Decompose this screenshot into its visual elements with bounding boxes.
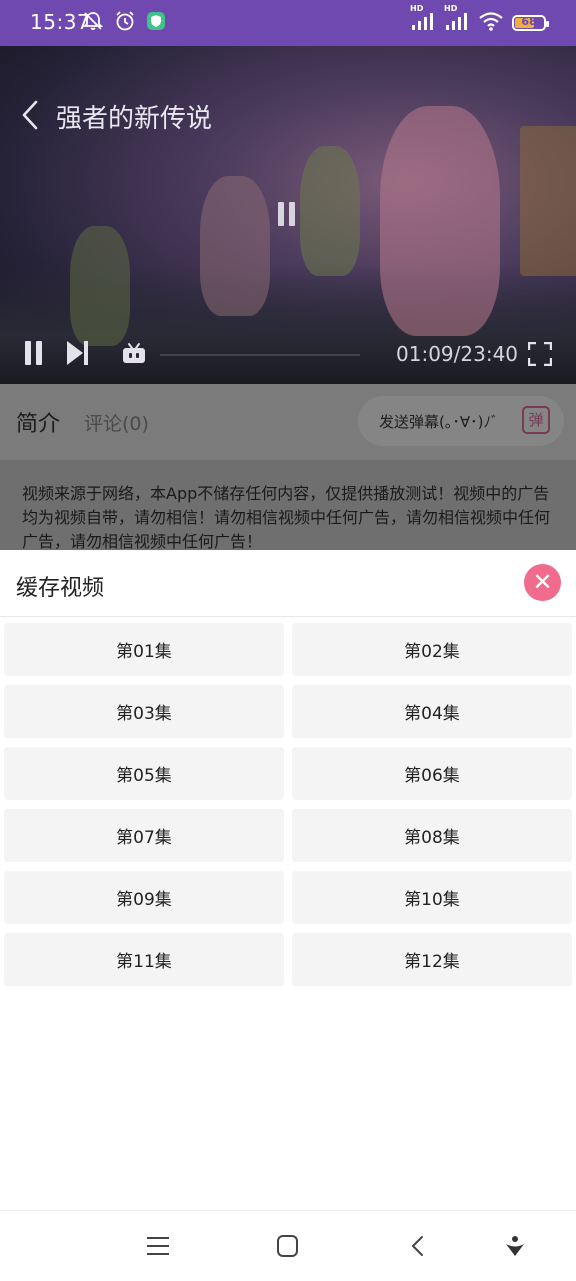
danmaku-toggle-icon[interactable] <box>122 342 146 368</box>
video-title: 强者的新传说 <box>56 104 213 134</box>
system-nav-bar <box>0 1210 576 1281</box>
episode-button[interactable]: 第07集 <box>4 809 284 862</box>
network-label: HD <box>410 4 424 13</box>
fullscreen-icon[interactable] <box>527 341 553 370</box>
tab-intro[interactable]: 简介 <box>16 406 60 438</box>
pause-icon[interactable] <box>24 340 44 370</box>
shield-app-icon <box>146 11 166 35</box>
episode-button[interactable]: 第05集 <box>4 747 284 800</box>
progress-bar[interactable] <box>160 354 360 356</box>
network-label: HD <box>444 4 458 13</box>
tabs-row: 简介 评论(0) 发送弹幕(｡･∀･)ﾉﾞ 弹 <box>0 384 576 460</box>
battery-icon: 68 <box>512 15 549 31</box>
assistant-icon[interactable] <box>504 1235 526 1261</box>
bell-muted-icon <box>82 10 104 36</box>
playback-time: 01:09/23:40 <box>396 342 519 366</box>
disclaimer-notice: 视频来源于网络，本App不储存任何内容，仅提供播放测试！视频中的广告均为视频自带… <box>0 460 576 551</box>
signal-icon: HD <box>444 4 470 36</box>
sheet-title: 缓存视频 <box>16 576 105 601</box>
episode-button[interactable]: 第06集 <box>292 747 572 800</box>
episode-button[interactable]: 第01集 <box>4 623 284 676</box>
player-controls: 01:09/23:40 <box>0 336 576 372</box>
cache-video-sheet: 缓存视频 ✕ 第01集 第02集 第03集 第04集 第05集 第06集 第07集 第08集第… <box>0 550 576 1280</box>
battery-level: 68 <box>521 15 537 28</box>
send-danmaku-icon[interactable]: 弹 <box>522 406 550 434</box>
sheet-header: 缓存视频 ✕ <box>0 550 576 617</box>
back-icon[interactable] <box>410 1235 426 1261</box>
home-icon[interactable] <box>276 1235 300 1261</box>
next-icon[interactable] <box>66 340 90 370</box>
episode-button[interactable]: 第09集 <box>4 871 284 924</box>
episode-button[interactable]: 第02集 <box>292 623 572 676</box>
tab-comments[interactable]: 评论(0) <box>84 409 149 436</box>
dimmed-background: 简介 评论(0) 发送弹幕(｡･∀･)ﾉﾞ 弹 视频来源于网络，本App不储存任… <box>0 384 576 551</box>
wifi-icon <box>478 10 504 36</box>
disclaimer-text: 视频来源于网络，本App不储存任何内容，仅提供播放测试！视频中的广告均为视频自带… <box>22 484 551 551</box>
episode-button[interactable]: 第08集 <box>292 809 572 862</box>
episode-button[interactable]: 第04集 <box>292 685 572 738</box>
episode-button[interactable]: 第12集 <box>292 933 572 986</box>
alarm-icon <box>114 10 136 36</box>
episode-grid: 第01集 第02集 第03集 第04集 第05集 第06集 第07集 第08集 第09集 第10集… <box>4 623 572 986</box>
back-arrow-icon[interactable] <box>20 100 40 134</box>
close-button[interactable]: ✕ <box>524 564 561 601</box>
status-bar: 15:37 HD HD 68 <box>0 0 576 46</box>
menu-icon[interactable] <box>146 1235 170 1261</box>
danmaku-placeholder: 发送弹幕(｡･∀･)ﾉﾞ <box>379 413 499 431</box>
signal-icon: HD <box>410 4 436 36</box>
episode-button[interactable]: 第10集 <box>292 871 572 924</box>
episode-button[interactable]: 第03集 <box>4 685 284 738</box>
danmaku-input[interactable]: 发送弹幕(｡･∀･)ﾉﾞ 弹 <box>358 396 564 446</box>
episode-button[interactable]: 第11集 <box>4 933 284 986</box>
video-player[interactable]: 强者的新传说 01:09/23:40 <box>0 46 576 384</box>
center-pause-icon[interactable] <box>278 202 295 226</box>
